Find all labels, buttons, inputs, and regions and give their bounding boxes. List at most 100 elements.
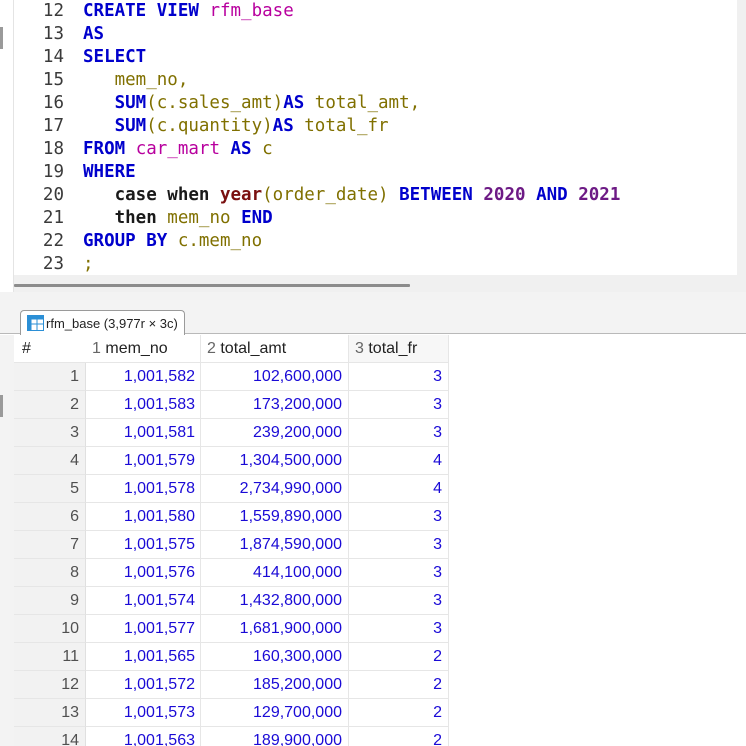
cell-total-fr[interactable]: 2 xyxy=(349,643,449,671)
code-line[interactable]: 12 CREATE VIEW rfm_base xyxy=(14,0,737,23)
row-number[interactable]: 12 xyxy=(14,671,86,699)
cell-mem-no[interactable]: 1,001,563 xyxy=(86,727,201,746)
code-text: SUM(c.quantity)AS total_fr xyxy=(83,115,389,138)
header-mem-no[interactable]: 1 mem_no xyxy=(86,335,201,363)
table-row[interactable]: 6 1,001,580 1,559,890,000 3 xyxy=(0,503,746,531)
cell-mem-no[interactable]: 1,001,565 xyxy=(86,643,201,671)
row-number[interactable]: 9 xyxy=(14,587,86,615)
table-row[interactable]: 2 1,001,583 173,200,000 3 xyxy=(0,391,746,419)
cell-mem-no[interactable]: 1,001,576 xyxy=(86,559,201,587)
tab-rfm-base[interactable]: rfm_base (3,977r × 3c) xyxy=(20,310,185,335)
row-number[interactable]: 7 xyxy=(14,531,86,559)
code-line[interactable]: 21 then mem_no END xyxy=(14,207,737,230)
cell-total-amt[interactable]: 189,900,000 xyxy=(201,727,349,746)
cell-mem-no[interactable]: 1,001,577 xyxy=(86,615,201,643)
results-panel: rfm_base (3,977r × 3c) # 1 mem_no 2 tota… xyxy=(0,308,746,746)
cell-mem-no[interactable]: 1,001,573 xyxy=(86,699,201,727)
cell-mem-no[interactable]: 1,001,575 xyxy=(86,531,201,559)
cell-total-amt[interactable]: 1,874,590,000 xyxy=(201,531,349,559)
table-row[interactable]: 12 1,001,572 185,200,000 2 xyxy=(0,671,746,699)
cell-total-amt[interactable]: 1,304,500,000 xyxy=(201,447,349,475)
editor-scroll-thumb[interactable] xyxy=(14,284,410,287)
cell-total-amt[interactable]: 239,200,000 xyxy=(201,419,349,447)
cell-total-fr[interactable]: 3 xyxy=(349,363,449,391)
table-row[interactable]: 3 1,001,581 239,200,000 3 xyxy=(0,419,746,447)
table-row[interactable]: 11 1,001,565 160,300,000 2 xyxy=(0,643,746,671)
code-line[interactable]: 19 WHERE xyxy=(14,161,737,184)
table-row[interactable]: 13 1,001,573 129,700,000 2 xyxy=(0,699,746,727)
cell-mem-no[interactable]: 1,001,583 xyxy=(86,391,201,419)
row-number[interactable]: 4 xyxy=(14,447,86,475)
cell-mem-no[interactable]: 1,001,579 xyxy=(86,447,201,475)
code-line[interactable]: 20 case when year(order_date) BETWEEN 20… xyxy=(14,184,737,207)
code-line[interactable]: 16 SUM(c.sales_amt)AS total_amt, xyxy=(14,92,737,115)
line-number: 23 xyxy=(42,254,64,274)
cell-total-fr[interactable]: 3 xyxy=(349,559,449,587)
table-row[interactable]: 8 1,001,576 414,100,000 3 xyxy=(0,559,746,587)
cell-total-fr[interactable]: 3 xyxy=(349,531,449,559)
cell-total-fr[interactable]: 3 xyxy=(349,419,449,447)
header-label: total_fr xyxy=(368,340,418,357)
code-line[interactable]: 17 SUM(c.quantity)AS total_fr xyxy=(14,115,737,138)
code-line[interactable]: 13 AS xyxy=(14,23,737,46)
code-line[interactable]: 14 SELECT xyxy=(14,46,737,69)
row-number[interactable]: 13 xyxy=(14,699,86,727)
cell-total-fr[interactable]: 2 xyxy=(349,727,449,746)
cell-total-fr[interactable]: 2 xyxy=(349,671,449,699)
table-row[interactable]: 1 1,001,582 102,600,000 3 xyxy=(0,363,746,391)
cell-mem-no[interactable]: 1,001,580 xyxy=(86,503,201,531)
cell-total-fr[interactable]: 4 xyxy=(349,475,449,503)
editor-vertical-scrollbar[interactable] xyxy=(737,0,746,292)
code-token: 2020 xyxy=(483,185,526,205)
row-number[interactable]: 5 xyxy=(14,475,86,503)
cell-total-amt[interactable]: 129,700,000 xyxy=(201,699,349,727)
row-number[interactable]: 14 xyxy=(14,727,86,746)
table-row[interactable]: 10 1,001,577 1,681,900,000 3 xyxy=(0,615,746,643)
cell-total-amt[interactable]: 160,300,000 xyxy=(201,643,349,671)
row-number[interactable]: 3 xyxy=(14,419,86,447)
cell-total-amt[interactable]: 2,734,990,000 xyxy=(201,475,349,503)
row-number[interactable]: 10 xyxy=(14,615,86,643)
row-number[interactable]: 11 xyxy=(14,643,86,671)
code-line[interactable]: 22 GROUP BY c.mem_no xyxy=(14,230,737,253)
cell-total-fr[interactable]: 3 xyxy=(349,587,449,615)
cell-total-amt[interactable]: 414,100,000 xyxy=(201,559,349,587)
cell-total-fr[interactable]: 4 xyxy=(349,447,449,475)
row-number[interactable]: 8 xyxy=(14,559,86,587)
cell-mem-no[interactable]: 1,001,581 xyxy=(86,419,201,447)
cell-total-amt[interactable]: 102,600,000 xyxy=(201,363,349,391)
row-number[interactable]: 1 xyxy=(14,363,86,391)
code-line[interactable]: 18 FROM car_mart AS c xyxy=(14,138,737,161)
cell-mem-no[interactable]: 1,001,578 xyxy=(86,475,201,503)
code-line[interactable]: 15 mem_no, xyxy=(14,69,737,92)
cell-mem-no[interactable]: 1,001,574 xyxy=(86,587,201,615)
cell-total-amt[interactable]: 1,432,800,000 xyxy=(201,587,349,615)
code-token: rfm_base xyxy=(209,1,294,21)
pane-splitter[interactable] xyxy=(0,292,746,308)
cell-total-fr[interactable]: 3 xyxy=(349,615,449,643)
header-row-number[interactable]: # xyxy=(14,335,86,363)
result-grid[interactable]: # 1 mem_no 2 total_amt 3 total_fr 1 1,001… xyxy=(0,335,746,746)
code-token: GROUP BY xyxy=(83,231,178,251)
cell-total-amt[interactable]: 173,200,000 xyxy=(201,391,349,419)
cell-total-amt[interactable]: 1,559,890,000 xyxy=(201,503,349,531)
table-row[interactable]: 5 1,001,578 2,734,990,000 4 xyxy=(0,475,746,503)
table-row[interactable]: 14 1,001,563 189,900,000 2 xyxy=(0,727,746,746)
cell-total-amt[interactable]: 185,200,000 xyxy=(201,671,349,699)
row-number[interactable]: 6 xyxy=(14,503,86,531)
table-row[interactable]: 9 1,001,574 1,432,800,000 3 xyxy=(0,587,746,615)
table-row[interactable]: 7 1,001,575 1,874,590,000 3 xyxy=(0,531,746,559)
header-total-fr[interactable]: 3 total_fr xyxy=(349,335,449,363)
cell-total-fr[interactable]: 2 xyxy=(349,699,449,727)
code-line[interactable]: 23; xyxy=(14,253,737,276)
cell-total-fr[interactable]: 3 xyxy=(349,391,449,419)
cell-mem-no[interactable]: 1,001,572 xyxy=(86,671,201,699)
cell-total-amt[interactable]: 1,681,900,000 xyxy=(201,615,349,643)
row-number[interactable]: 2 xyxy=(14,391,86,419)
table-row[interactable]: 4 1,001,579 1,304,500,000 4 xyxy=(0,447,746,475)
header-total-amt[interactable]: 2 total_amt xyxy=(201,335,349,363)
sql-editor[interactable]: 12 CREATE VIEW rfm_base 13 AS 14 SELECT 15 mem… xyxy=(0,0,746,292)
cell-mem-no[interactable]: 1,001,582 xyxy=(86,363,201,391)
cell-total-fr[interactable]: 3 xyxy=(349,503,449,531)
